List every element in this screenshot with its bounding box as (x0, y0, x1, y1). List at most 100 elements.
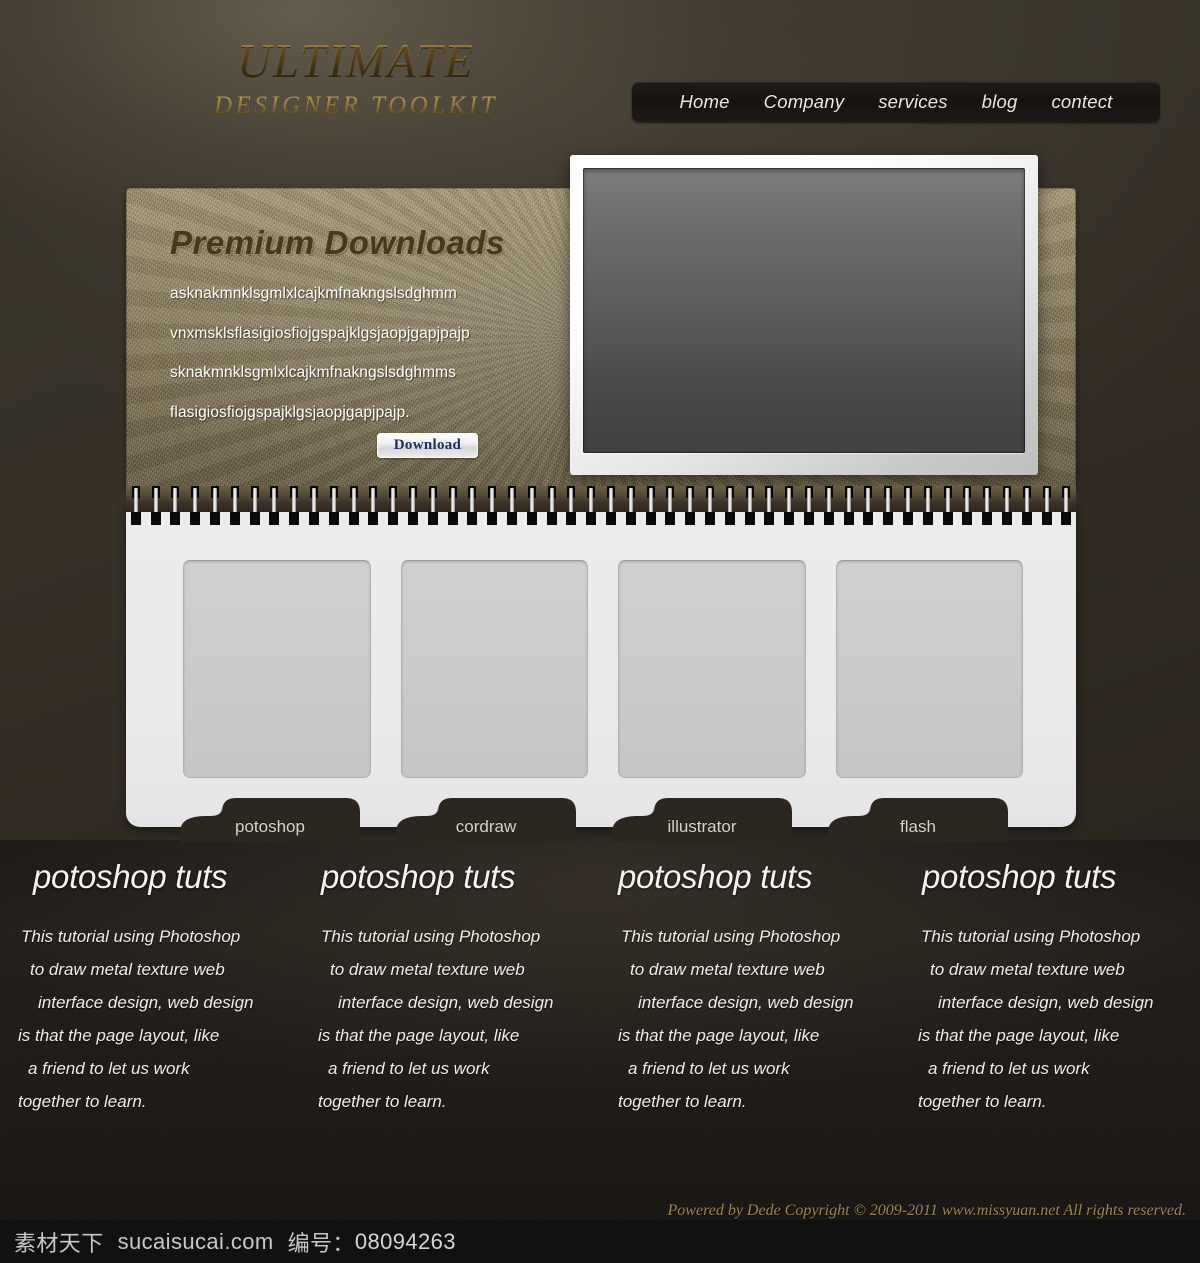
premium-downloads-text: asknakmnklsgmlxlcajkmfnakngslsdghmm vnxm… (170, 286, 590, 420)
binding-ring (898, 486, 918, 528)
binding-ring (562, 486, 582, 528)
ring-clip-bottom (764, 512, 775, 525)
binding-ring (938, 486, 958, 528)
binding-ring (443, 486, 463, 528)
ring-clip-bottom (902, 512, 913, 525)
ring-clip-bottom (962, 512, 973, 525)
notepad-panel (126, 502, 1076, 827)
tutorial-line: a friend to let us work (28, 1059, 190, 1078)
binding-ring (423, 486, 443, 528)
thumbnail-1[interactable] (183, 560, 371, 778)
binding-rings (126, 486, 1076, 528)
ring-clip-bottom (1001, 512, 1012, 525)
site-logo[interactable]: ULTIMATE DESIGNER TOOLKIT (146, 38, 566, 119)
tutorial-line: together to learn. (618, 1092, 747, 1111)
ring-clip-bottom (170, 512, 181, 525)
binding-ring (1056, 486, 1076, 528)
binding-ring (284, 486, 304, 528)
binding-ring (542, 486, 562, 528)
ring-clip-bottom (645, 512, 656, 525)
ring-clip-bottom (625, 512, 636, 525)
tutorial-heading: potoshop tuts (33, 858, 228, 895)
ring-clip-bottom (526, 512, 537, 525)
binding-ring (799, 486, 819, 528)
footer-copyright: Powered by Dede Copyright © 2009-2011 ww… (667, 1202, 1186, 1219)
binding-ring (344, 486, 364, 528)
premium-downloads-block: Premium Downloads asknakmnklsgmlxlcajkmf… (170, 224, 590, 444)
ring-clip-bottom (229, 512, 240, 525)
tutorial-line: together to learn. (318, 1092, 447, 1111)
watermark-site: sucaisucai.com (117, 1228, 274, 1254)
nav-item-blog[interactable]: blog (965, 91, 1035, 113)
nav-item-company[interactable]: Company (747, 91, 862, 113)
binding-ring (601, 486, 621, 528)
promo-line-2: vnxmsklsflasigiosfiojgspajklgsjaopjgapjp… (170, 324, 470, 342)
ring-clip-bottom (269, 512, 280, 525)
category-tabs[interactable]: potoshop cordraw illustrator flash (0, 798, 1200, 842)
ring-clip-bottom (130, 512, 141, 525)
binding-ring (1037, 486, 1057, 528)
ring-clip-bottom (309, 512, 320, 525)
binding-ring (839, 486, 859, 528)
binding-ring (502, 486, 522, 528)
tab-flash[interactable]: flash (828, 798, 1008, 842)
watermark-bar: 素材天下 sucaisucai.com 编号： 08094263 (0, 1220, 1200, 1263)
tutorial-line: a friend to let us work (628, 1059, 790, 1078)
logo-line-primary: ULTIMATE (146, 38, 566, 85)
tutorial-line: is that the page layout, like (618, 1026, 820, 1045)
binding-ring (661, 486, 681, 528)
tutorial-line: together to learn. (918, 1092, 1047, 1111)
thumbnail-4[interactable] (835, 560, 1023, 778)
ring-clip-bottom (724, 512, 735, 525)
tutorial-line: to draw metal texture web (30, 960, 225, 979)
tutorial-body: This tutorial using Photoshop to draw me… (916, 928, 1184, 1110)
ring-clip-bottom (685, 512, 696, 525)
binding-ring (146, 486, 166, 528)
ring-clip-bottom (606, 512, 617, 525)
tab-label: flash (900, 817, 936, 836)
nav-item-contect[interactable]: contect (1034, 91, 1129, 113)
ring-clip-bottom (210, 512, 221, 525)
ring-clip-bottom (1041, 512, 1052, 525)
tab-potoshop[interactable]: potoshop (180, 798, 360, 842)
ring-clip-bottom (665, 512, 676, 525)
thumbnail-gallery (183, 560, 1023, 778)
nav-item-home[interactable]: Home (662, 91, 746, 113)
ring-clip-bottom (922, 512, 933, 525)
binding-ring (364, 486, 384, 528)
tab-illustrator[interactable]: illustrator (612, 798, 792, 842)
ring-clip-bottom (546, 512, 557, 525)
ring-clip-bottom (447, 512, 458, 525)
tutorial-line: is that the page layout, like (18, 1026, 220, 1045)
thumbnail-2[interactable] (400, 560, 588, 778)
ring-clip-bottom (982, 512, 993, 525)
tutorial-body: This tutorial using Photoshop to draw me… (316, 928, 584, 1110)
binding-ring (581, 486, 601, 528)
binding-ring (858, 486, 878, 528)
binding-ring (997, 486, 1017, 528)
binding-ring (1017, 486, 1037, 528)
ring-clip-bottom (190, 512, 201, 525)
tutorial-line: This tutorial using Photoshop (921, 927, 1141, 946)
ring-clip-bottom (784, 512, 795, 525)
tutorial-column-4: potoshop tuts This tutorial using Photos… (900, 858, 1200, 1126)
tutorials-section: potoshop tuts This tutorial using Photos… (0, 840, 1200, 1263)
binding-ring (265, 486, 285, 528)
tutorial-column-3: potoshop tuts This tutorial using Photos… (600, 858, 900, 1126)
tab-cordraw[interactable]: cordraw (396, 798, 576, 842)
ring-clip-bottom (348, 512, 359, 525)
preview-screen[interactable] (583, 168, 1025, 453)
binding-ring (205, 486, 225, 528)
tutorial-line: to draw metal texture web (330, 960, 525, 979)
monitor-frame[interactable] (570, 155, 1038, 475)
binding-ring (878, 486, 898, 528)
logo-line-secondary: DESIGNER TOOLKIT (146, 93, 566, 118)
main-navigation[interactable]: Home Company services blog contect (632, 82, 1160, 122)
download-button[interactable]: Download (377, 433, 478, 458)
premium-downloads-heading: Premium Downloads (170, 224, 505, 261)
binding-ring (977, 486, 997, 528)
ring-clip-bottom (586, 512, 597, 525)
tutorial-line: interface design, web design (638, 993, 854, 1012)
nav-item-services[interactable]: services (861, 91, 964, 113)
thumbnail-3[interactable] (618, 560, 806, 778)
